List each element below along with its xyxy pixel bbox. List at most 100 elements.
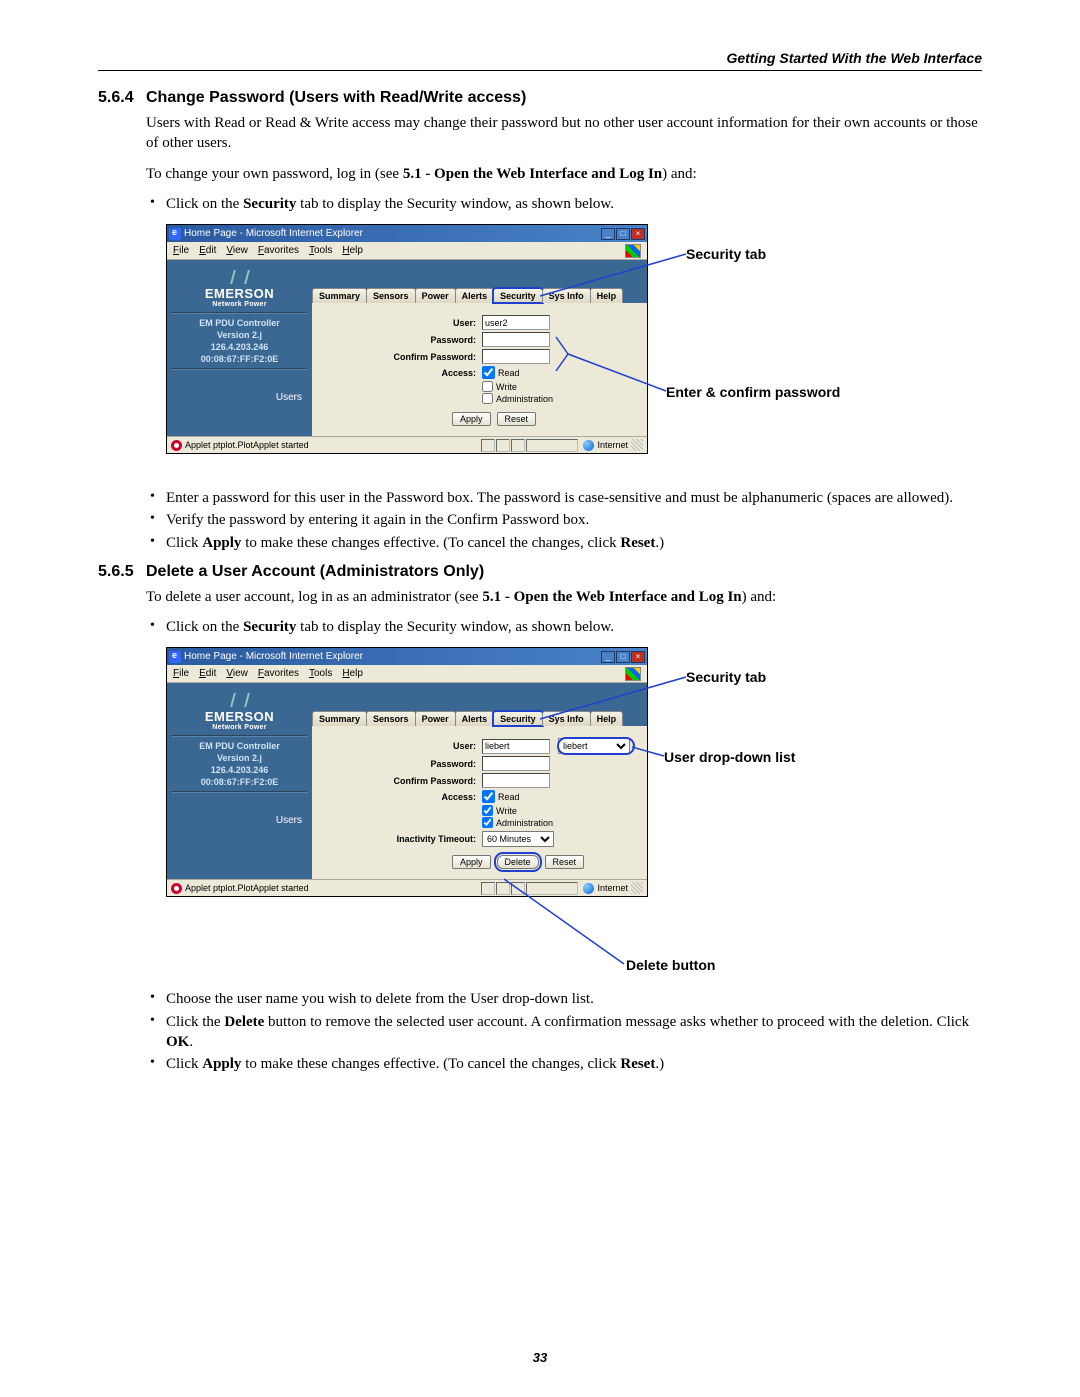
minimize-button[interactable]: _: [601, 651, 615, 663]
maximize-button[interactable]: □: [616, 651, 630, 663]
minimize-button[interactable]: _: [601, 228, 615, 240]
tab-sensors[interactable]: Sensors: [366, 288, 416, 303]
resize-grip-icon[interactable]: [631, 439, 643, 451]
tab-sysinfo[interactable]: Sys Info: [542, 288, 591, 303]
globe-icon: [583, 883, 594, 894]
bullet-list: Enter a password for this user in the Pa…: [146, 488, 982, 553]
menu-file[interactable]: File: [173, 668, 189, 679]
document-page: Getting Started With the Web Interface 5…: [0, 0, 1080, 1397]
section-heading-564: 5.6.4Change Password (Users with Read/Wr…: [98, 89, 982, 107]
section-number: 5.6.5: [98, 563, 146, 581]
emerson-logo: EMERSON Network Power: [171, 693, 308, 731]
confirm-password-label: Confirm Password:: [312, 352, 482, 362]
maximize-button[interactable]: □: [616, 228, 630, 240]
write-checkbox[interactable]: [482, 805, 493, 816]
header-rule: [98, 70, 982, 71]
status-text: Applet ptplot.PlotApplet started: [185, 440, 309, 450]
resize-grip-icon[interactable]: [631, 882, 643, 894]
menu-help[interactable]: Help: [342, 245, 363, 256]
sidebar-item-users[interactable]: Users: [171, 815, 308, 826]
menu-favorites[interactable]: Favorites: [258, 245, 299, 256]
password-label: Password:: [312, 335, 482, 345]
delete-button[interactable]: Delete: [497, 855, 539, 869]
reset-button[interactable]: Reset: [545, 855, 585, 869]
menu-tools[interactable]: Tools: [309, 245, 332, 256]
read-checkbox[interactable]: [482, 366, 495, 379]
window-title: Home Page - Microsoft Internet Explorer: [184, 228, 363, 239]
bullet-list: Choose the user name you wish to delete …: [146, 989, 982, 1074]
user-label: User:: [312, 741, 482, 751]
tab-sensors[interactable]: Sensors: [366, 711, 416, 726]
read-checkbox[interactable]: [482, 790, 495, 803]
menu-view[interactable]: View: [226, 245, 248, 256]
callout-delete-button: Delete button: [626, 957, 715, 973]
user-dropdown[interactable]: liebert: [558, 738, 630, 754]
list-item: Click on the Security tab to display the…: [146, 194, 982, 214]
list-item: Click the Delete button to remove the se…: [146, 1012, 982, 1053]
apply-button[interactable]: Apply: [452, 855, 491, 869]
sidebar-info: EM PDU Controller Version 2.j 126.4.203.…: [171, 318, 308, 364]
write-checkbox[interactable]: [482, 381, 493, 392]
menu-bar: File Edit View Favorites Tools Help: [167, 242, 647, 260]
admin-checkbox[interactable]: [482, 817, 493, 828]
password-field[interactable]: [482, 332, 550, 347]
tab-help[interactable]: Help: [590, 711, 624, 726]
confirm-password-field[interactable]: [482, 773, 550, 788]
windows-flag-icon: [625, 667, 641, 681]
tab-alerts[interactable]: Alerts: [455, 711, 495, 726]
reset-button[interactable]: Reset: [497, 412, 537, 426]
tab-sysinfo[interactable]: Sys Info: [542, 711, 591, 726]
paragraph: To delete a user account, log in as an a…: [146, 587, 982, 607]
menu-favorites[interactable]: Favorites: [258, 668, 299, 679]
apply-button[interactable]: Apply: [452, 412, 491, 426]
callout-enter-confirm: Enter & confirm password: [666, 384, 840, 400]
menu-edit[interactable]: Edit: [199, 668, 216, 679]
tab-power[interactable]: Power: [415, 288, 456, 303]
sidebar-item-users[interactable]: Users: [171, 392, 308, 403]
close-button[interactable]: ×: [631, 228, 645, 240]
tab-row: Summary Sensors Power Alerts Security Sy…: [312, 260, 647, 303]
menu-tools[interactable]: Tools: [309, 668, 332, 679]
title-bar[interactable]: Home Page - Microsoft Internet Explorer …: [167, 225, 647, 242]
ie-window: Home Page - Microsoft Internet Explorer …: [166, 224, 648, 454]
menu-view[interactable]: View: [226, 668, 248, 679]
tab-summary[interactable]: Summary: [312, 288, 367, 303]
window-title: Home Page - Microsoft Internet Explorer: [184, 651, 363, 662]
tab-summary[interactable]: Summary: [312, 711, 367, 726]
paragraph: Users with Read or Read & Write access m…: [146, 113, 982, 154]
user-label: User:: [312, 318, 482, 328]
menu-help[interactable]: Help: [342, 668, 363, 679]
security-form: User: Password: Confirm Password: A: [312, 303, 647, 436]
inactivity-dropdown[interactable]: 60 Minutes: [482, 831, 554, 847]
figure-change-password: Home Page - Microsoft Internet Explorer …: [166, 224, 982, 476]
tab-alerts[interactable]: Alerts: [455, 288, 495, 303]
status-text: Applet ptplot.PlotApplet started: [185, 883, 309, 893]
windows-flag-icon: [625, 244, 641, 258]
emerson-logo: EMERSON Network Power: [171, 270, 308, 308]
running-header: Getting Started With the Web Interface: [98, 50, 982, 66]
tab-help[interactable]: Help: [590, 288, 624, 303]
user-field[interactable]: [482, 739, 550, 754]
menu-file[interactable]: File: [173, 245, 189, 256]
tab-security[interactable]: Security: [493, 711, 543, 726]
bullet-list: Click on the Security tab to display the…: [146, 194, 982, 214]
confirm-password-field[interactable]: [482, 349, 550, 364]
callout-security-tab: Security tab: [686, 246, 766, 262]
password-field[interactable]: [482, 756, 550, 771]
menu-edit[interactable]: Edit: [199, 245, 216, 256]
ie-icon: [169, 228, 181, 240]
tab-power[interactable]: Power: [415, 711, 456, 726]
java-icon: [171, 883, 182, 894]
admin-checkbox[interactable]: [482, 393, 493, 404]
section-number: 5.6.4: [98, 89, 146, 107]
user-field[interactable]: [482, 315, 550, 330]
list-item: Click Apply to make these changes effect…: [146, 533, 982, 553]
title-bar[interactable]: Home Page - Microsoft Internet Explorer …: [167, 648, 647, 665]
status-bar: Applet ptplot.PlotApplet started Interne…: [167, 879, 647, 896]
content-area: EMERSON Network Power EM PDU Controller …: [167, 260, 647, 436]
close-button[interactable]: ×: [631, 651, 645, 663]
list-item: Choose the user name you wish to delete …: [146, 989, 982, 1009]
tab-security[interactable]: Security: [493, 288, 543, 303]
list-item: Click Apply to make these changes effect…: [146, 1054, 982, 1074]
main-panel: Summary Sensors Power Alerts Security Sy…: [312, 260, 647, 436]
